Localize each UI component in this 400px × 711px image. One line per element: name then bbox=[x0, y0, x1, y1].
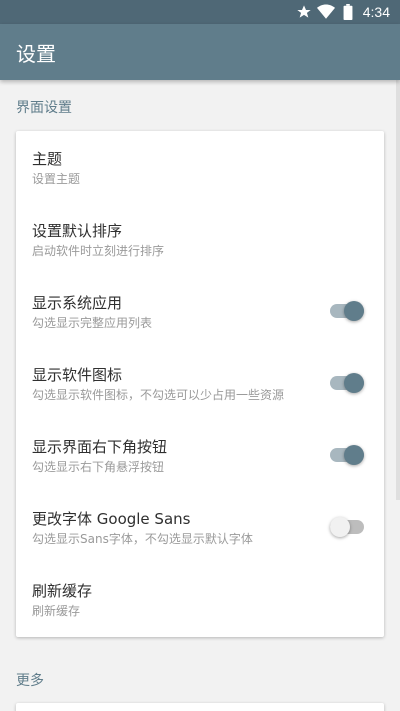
app-bar: 设置 bbox=[0, 24, 400, 80]
setting-show-fab[interactable]: 显示界面右下角按钮 勾选显示右下角悬浮按钮 bbox=[16, 419, 384, 491]
setting-title: 刷新缓存 bbox=[32, 582, 93, 600]
battery-icon bbox=[339, 3, 357, 21]
setting-theme[interactable]: 主题 设置主题 bbox=[16, 131, 384, 203]
google-sans-font-toggle[interactable] bbox=[330, 517, 364, 537]
star-icon bbox=[295, 3, 313, 21]
setting-subtitle: 刷新缓存 bbox=[32, 604, 81, 618]
setting-show-system-apps[interactable]: 显示系统应用 勾选显示完整应用列表 bbox=[16, 275, 384, 347]
setting-google-sans-font[interactable]: 更改字体 Google Sans 勾选显示Sans字体，不勾选显示默认字体 bbox=[16, 491, 384, 563]
show-app-icons-toggle[interactable] bbox=[330, 373, 364, 393]
setting-subtitle: 启动软件时立刻进行排序 bbox=[32, 244, 165, 258]
setting-refresh-cache[interactable]: 刷新缓存 刷新缓存 bbox=[16, 563, 384, 635]
show-system-apps-toggle[interactable] bbox=[330, 301, 364, 321]
page-title: 设置 bbox=[16, 41, 56, 66]
wifi-icon bbox=[316, 3, 335, 21]
setting-title: 主题 bbox=[32, 150, 63, 168]
show-fab-toggle[interactable] bbox=[330, 445, 364, 465]
status-time: 4:34 bbox=[362, 4, 390, 20]
section-title-more: 更多 bbox=[16, 673, 44, 689]
settings-card-interface: 主题 设置主题 设置默认排序 启动软件时立刻进行排序 显示系统应用 勾选显示完整… bbox=[16, 131, 384, 637]
status-bar: 4:34 bbox=[0, 0, 400, 24]
setting-title: 设置默认排序 bbox=[32, 222, 123, 240]
setting-subtitle: 设置主题 bbox=[32, 172, 81, 186]
scrollbar[interactable] bbox=[396, 80, 400, 500]
setting-default-sort[interactable]: 设置默认排序 启动软件时立刻进行排序 bbox=[16, 203, 384, 275]
section-title-interface: 界面设置 bbox=[16, 100, 72, 116]
settings-card-more bbox=[16, 703, 384, 711]
setting-show-app-icons[interactable]: 显示软件图标 勾选显示软件图标，不勾选可以少占用一些资源 bbox=[16, 347, 384, 419]
